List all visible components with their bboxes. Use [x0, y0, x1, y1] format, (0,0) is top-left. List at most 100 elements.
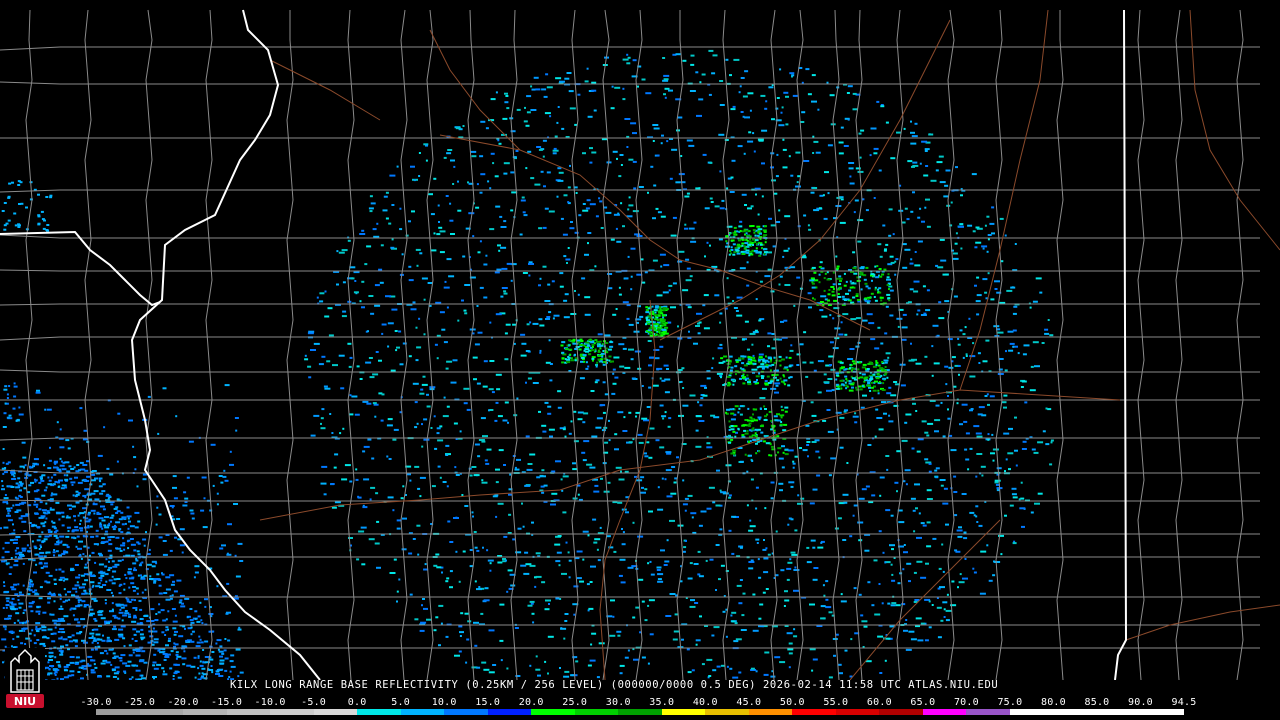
echo-pixel [90, 648, 94, 651]
echo-pixel [806, 444, 810, 446]
echo-pixel [920, 314, 927, 316]
echo-pixel [719, 343, 723, 346]
echo-cell-pixel [835, 374, 839, 377]
radar-map[interactable] [0, 0, 1280, 680]
echo-pixel [82, 534, 85, 537]
echo-pixel [389, 174, 396, 177]
echo-pixel [653, 127, 660, 130]
echo-pixel [437, 465, 441, 468]
echo-pixel [120, 606, 125, 609]
echo-cell-pixel [590, 341, 595, 344]
echo-pixel [90, 509, 96, 512]
echo-pixel [419, 476, 426, 479]
echo-pixel [165, 588, 171, 591]
echo-pixel [624, 366, 631, 369]
echo-cell-pixel [861, 366, 866, 369]
echo-pixel [663, 74, 670, 77]
echo-cell-pixel [754, 239, 759, 242]
echo-pixel [735, 310, 739, 312]
echo-pixel [750, 205, 754, 208]
echo-pixel [792, 466, 795, 469]
echo-cell-pixel [737, 427, 740, 430]
echo-pixel [126, 531, 130, 534]
echo-pixel [764, 107, 768, 110]
echo-cell-pixel [837, 288, 840, 291]
echo-pixel [494, 271, 500, 274]
echo-pixel [94, 666, 98, 669]
echo-pixel [137, 520, 141, 523]
echo-pixel [189, 619, 194, 622]
echo-pixel [582, 152, 586, 155]
echo-pixel [961, 493, 967, 495]
echo-pixel [18, 629, 23, 632]
echo-pixel [548, 603, 550, 605]
echo-pixel [122, 537, 125, 540]
echo-pixel [652, 124, 659, 126]
echo-pixel [86, 475, 91, 478]
echo-pixel [523, 214, 528, 217]
echo-pixel [630, 358, 634, 361]
echo-pixel [464, 505, 469, 507]
echo-pixel [58, 479, 63, 482]
echo-pixel [31, 585, 34, 588]
echo-pixel [1019, 507, 1026, 510]
echo-pixel [418, 152, 421, 154]
echo-pixel [223, 469, 226, 472]
echo-pixel [618, 574, 623, 577]
echo-pixel [803, 160, 810, 162]
echo-cell-pixel [738, 239, 741, 242]
echo-pixel [699, 404, 703, 407]
echo-cell-pixel [597, 355, 602, 357]
echo-pixel [755, 538, 760, 541]
echo-pixel [208, 613, 214, 615]
echo-pixel [542, 139, 547, 142]
echo-pixel [56, 541, 60, 543]
echo-pixel [515, 150, 519, 152]
echo-pixel [740, 629, 747, 631]
echo-pixel [712, 501, 716, 504]
echo-pixel [446, 152, 452, 155]
echo-pixel [57, 486, 60, 488]
echo-pixel [40, 642, 46, 645]
echo-pixel [685, 279, 692, 282]
echo-pixel [156, 663, 162, 666]
echo-cell-pixel [754, 234, 757, 237]
echo-cell-pixel [764, 361, 767, 364]
echo-pixel [614, 86, 621, 89]
echo-pixel [905, 483, 908, 486]
echo-pixel [114, 666, 120, 669]
echo-pixel [911, 135, 918, 138]
echo-pixel [157, 611, 161, 614]
echo-pixel [122, 637, 126, 640]
echo-cell-pixel [730, 366, 734, 369]
echo-pixel [939, 586, 945, 589]
echo-pixel [62, 543, 67, 546]
echo-pixel [935, 467, 940, 470]
echo-pixel [68, 465, 72, 468]
echo-pixel [582, 203, 586, 205]
echo-cell-pixel [864, 297, 868, 300]
echo-pixel [652, 140, 655, 142]
echo-pixel [31, 600, 35, 603]
echo-pixel [162, 650, 166, 653]
echo-pixel [910, 210, 914, 213]
echo-pixel [709, 197, 713, 200]
echo-pixel [402, 485, 405, 488]
echo-pixel [574, 290, 576, 292]
echo-pixel [922, 285, 926, 288]
echo-pixel [3, 471, 8, 474]
echo-pixel [364, 263, 368, 266]
echo-pixel [109, 473, 114, 476]
echo-pixel [103, 426, 106, 429]
echo-pixel [8, 385, 11, 387]
echo-pixel [434, 343, 438, 346]
echo-pixel [34, 589, 38, 592]
echo-pixel [744, 204, 747, 206]
echo-pixel [14, 538, 18, 541]
echo-pixel [974, 284, 977, 287]
echo-pixel [453, 165, 456, 168]
echo-pixel [789, 349, 794, 352]
echo-pixel [796, 276, 801, 279]
echo-pixel [892, 233, 895, 236]
echo-pixel [9, 601, 14, 604]
